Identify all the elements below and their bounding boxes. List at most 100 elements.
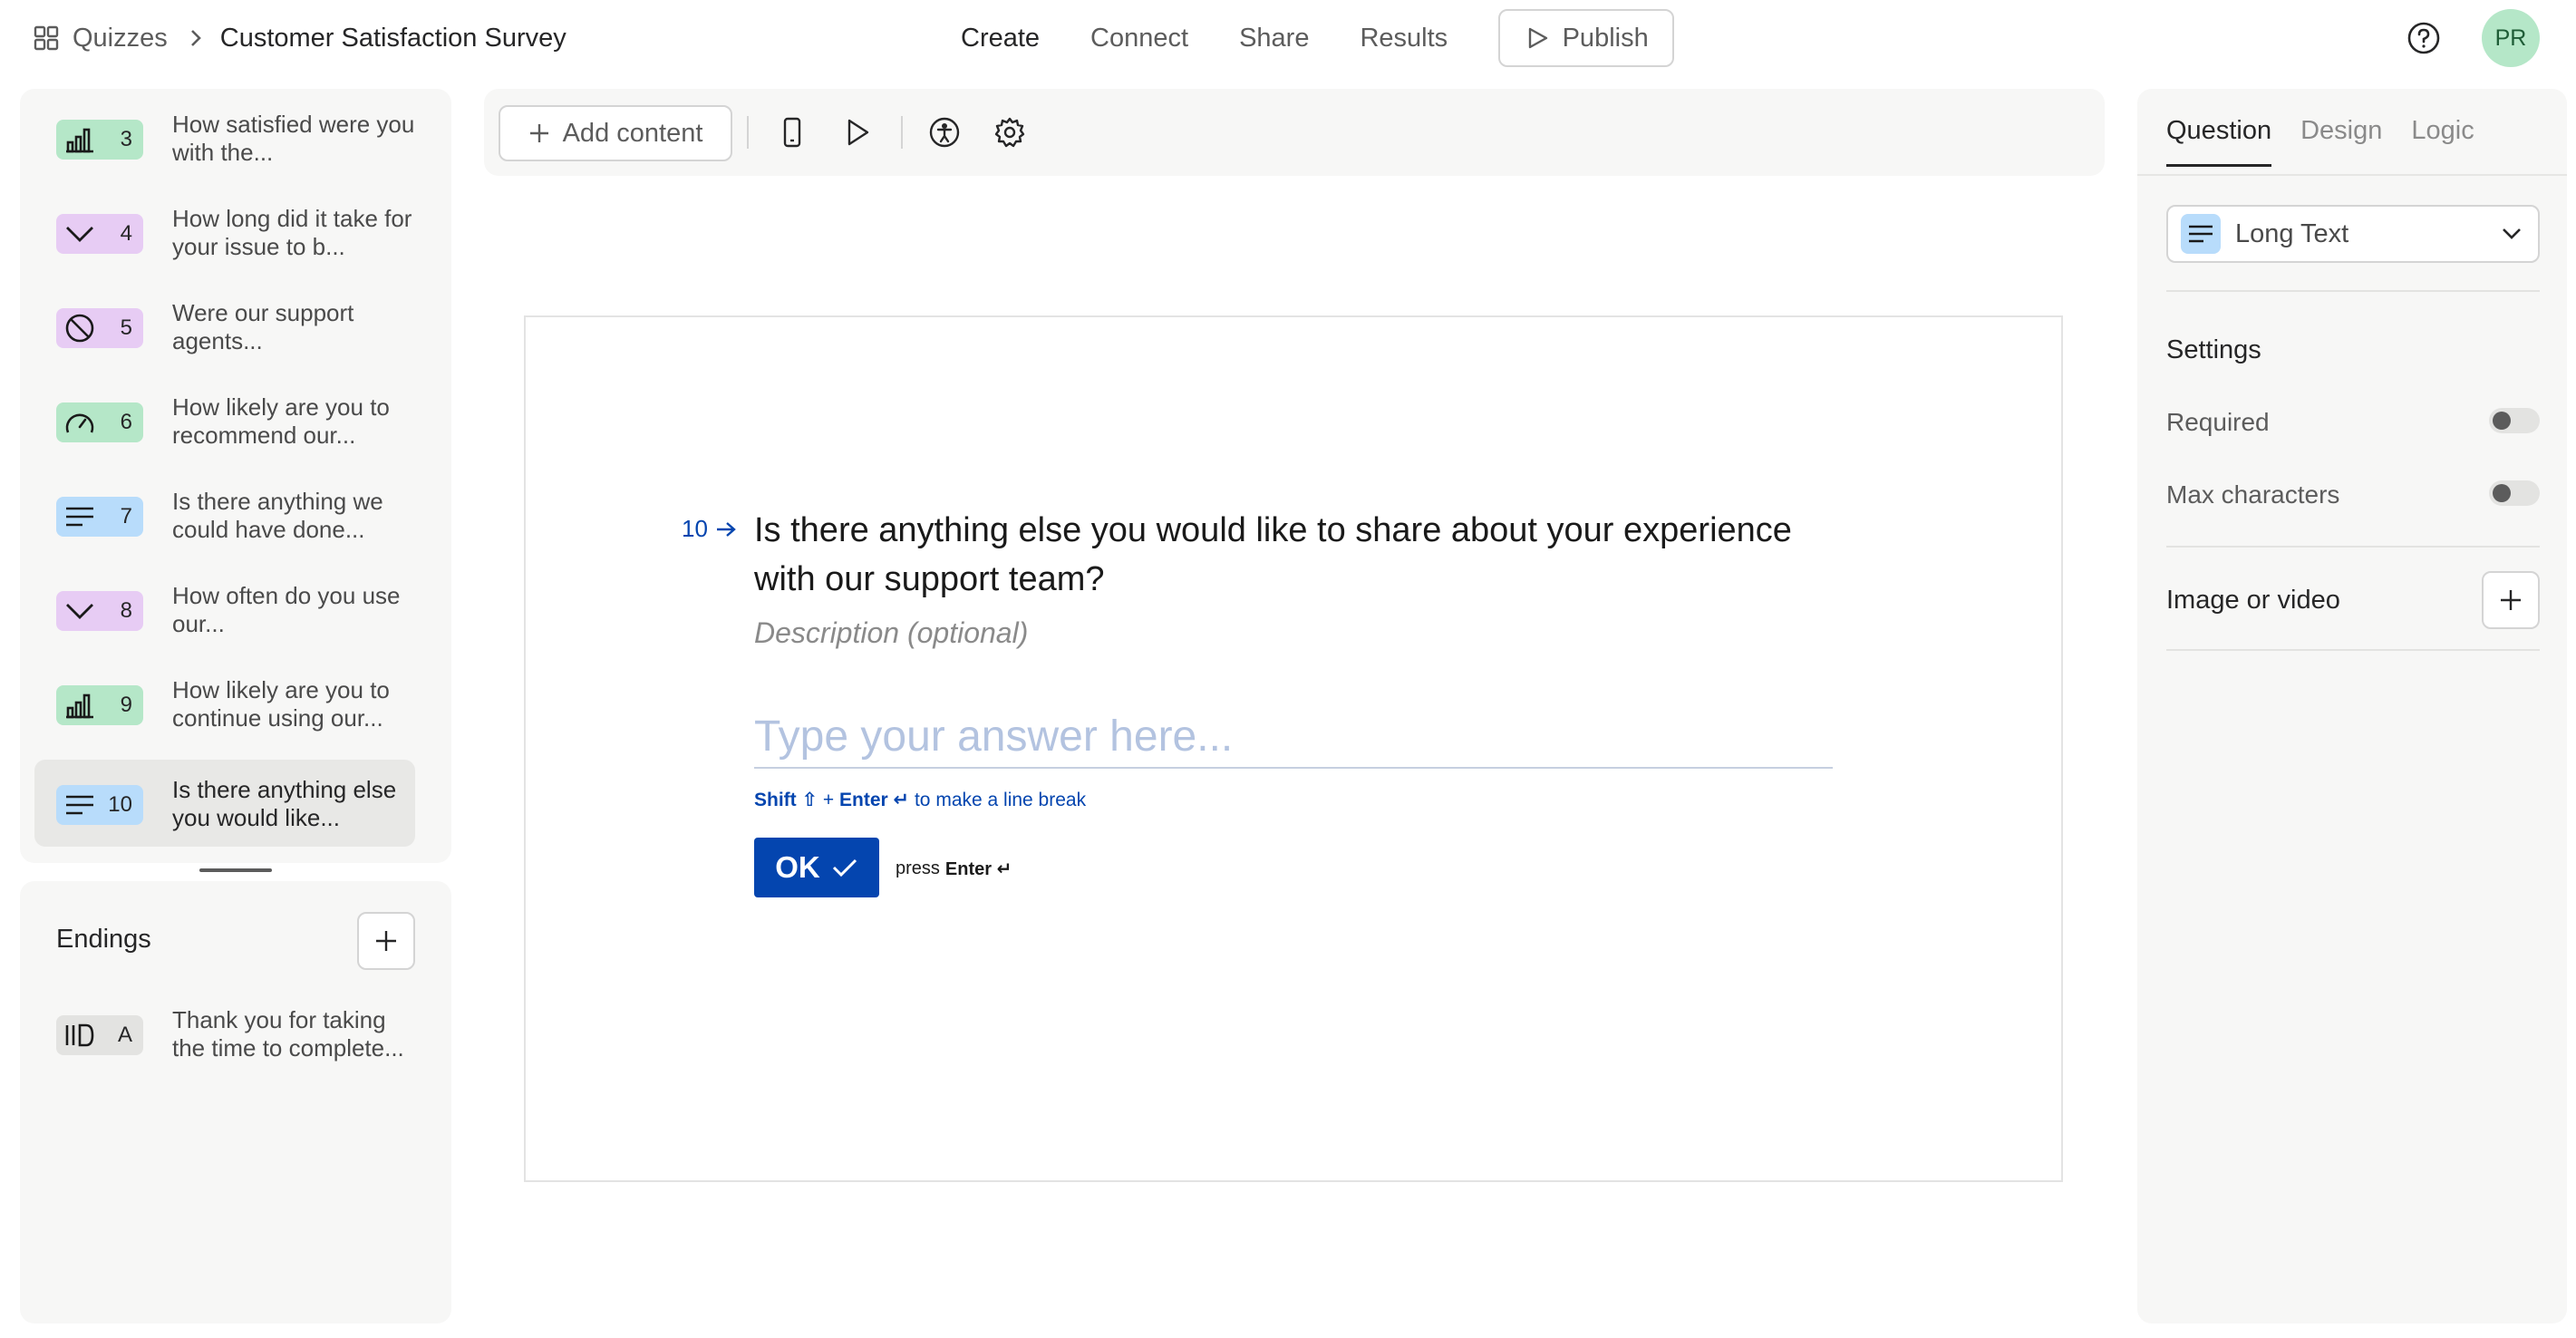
endings-title: Endings <box>56 925 151 954</box>
media-divider <box>2166 546 2540 548</box>
question-item-9[interactable]: 9 How likely are you to continue using o… <box>34 660 415 747</box>
question-number: 3 <box>120 127 132 151</box>
question-number: 5 <box>120 315 132 340</box>
line-break-hint: Shift ⇧ + Enter ↵ to make a line break <box>754 789 1086 811</box>
max-characters-label: Max characters <box>2166 480 2340 509</box>
workspace-link[interactable]: Quizzes <box>33 24 168 53</box>
question-description[interactable]: Description (optional) <box>754 616 1028 650</box>
ending-letter: A <box>117 1023 132 1047</box>
toolbar-divider <box>747 116 749 149</box>
chevron-down-icon <box>2502 228 2522 240</box>
question-text: Were our support agents... <box>172 299 354 354</box>
help-icon[interactable] <box>2406 20 2442 56</box>
toggle-knob <box>2493 484 2511 502</box>
nav-results[interactable]: Results <box>1360 24 1448 53</box>
press-enter-hint: press Enter ↵ <box>896 858 1012 880</box>
chevron-down-icon <box>63 218 96 250</box>
play-icon <box>1525 25 1550 51</box>
breadcrumb: Quizzes Customer Satisfaction Survey <box>33 18 567 58</box>
checkmark-icon <box>831 857 858 878</box>
toggle-knob <box>2493 412 2511 430</box>
bar-chart-icon <box>63 123 96 156</box>
properties-panel: Question Design Logic Long Text Settings… <box>2137 89 2567 1323</box>
question-badge: 3 <box>56 120 143 160</box>
plus-icon <box>2499 588 2523 612</box>
nav-create[interactable]: Create <box>961 24 1040 53</box>
image-or-video-label: Image or video <box>2166 586 2340 615</box>
question-number: 6 <box>120 410 132 434</box>
panel-resize-handle[interactable] <box>199 868 272 872</box>
question-item-3[interactable]: 3 How satisfied were you with the... <box>34 94 415 181</box>
publish-label: Publish <box>1562 23 1649 53</box>
add-content-label: Add content <box>562 118 703 148</box>
chevron-down-icon <box>63 595 96 627</box>
form-title[interactable]: Customer Satisfaction Survey <box>220 24 567 53</box>
panel-bottom-divider <box>2166 649 2540 651</box>
question-item-7[interactable]: 7 Is there anything we could have done..… <box>34 471 415 558</box>
long-text-icon <box>63 789 96 821</box>
add-ending-button[interactable] <box>357 912 415 970</box>
main-nav: Create Connect Share Results Publish <box>961 9 1675 67</box>
plus-icon <box>374 929 398 953</box>
question-text: How long did it take for your issue to b… <box>172 205 412 260</box>
question-badge: 6 <box>56 402 143 442</box>
tabs-divider <box>2137 174 2567 176</box>
ok-label: OK <box>775 850 820 884</box>
user-avatar[interactable]: PR <box>2482 9 2540 67</box>
ban-icon <box>63 312 96 344</box>
question-type-label: Long Text <box>2235 218 2349 248</box>
tab-logic[interactable]: Logic <box>2411 116 2474 167</box>
ending-badge: A <box>56 1015 143 1055</box>
hint-plus: + <box>818 790 840 810</box>
accessibility-icon[interactable] <box>928 116 961 149</box>
question-number: 4 <box>120 221 132 246</box>
toolbar-divider <box>901 116 903 149</box>
preview-play-icon[interactable] <box>841 116 874 149</box>
question-badge: 7 <box>56 497 143 537</box>
question-number: 9 <box>120 693 132 717</box>
answer-input[interactable] <box>754 705 1833 769</box>
current-question-number: 10 <box>682 515 708 542</box>
long-text-icon <box>63 500 96 533</box>
endings-panel: Endings A Thank you for taking the time … <box>20 881 451 1323</box>
add-content-button[interactable]: Add content <box>499 105 732 161</box>
publish-button[interactable]: Publish <box>1498 9 1675 67</box>
press-key: Enter ↵ <box>944 859 1012 879</box>
required-label: Required <box>2166 408 2270 436</box>
question-text: How likely are you to recommend our... <box>172 393 390 449</box>
question-title[interactable]: Is there anything else you would like to… <box>754 506 1842 604</box>
question-item-6[interactable]: 6 How likely are you to recommend our... <box>34 377 415 464</box>
editor-toolbar: Add content <box>484 89 2105 176</box>
max-characters-toggle[interactable] <box>2489 480 2540 506</box>
nav-connect[interactable]: Connect <box>1090 24 1188 53</box>
properties-tabs: Question Design Logic <box>2166 116 2474 167</box>
question-text: How likely are you to continue using our… <box>172 676 390 732</box>
grid-icon <box>33 24 60 52</box>
ending-text: Thank you for taking the time to complet… <box>172 1006 404 1062</box>
workspace-name: Quizzes <box>73 23 168 53</box>
question-badge: 4 <box>56 214 143 254</box>
question-text: How often do you use our... <box>172 582 401 637</box>
question-item-10[interactable]: 10 Is there anything else you would like… <box>34 760 415 847</box>
ending-item-a[interactable]: A Thank you for taking the time to compl… <box>34 990 415 1077</box>
question-type-select[interactable]: Long Text <box>2166 205 2540 263</box>
ok-button[interactable]: OK <box>754 838 879 897</box>
press-label: press <box>896 858 940 878</box>
mobile-preview-icon[interactable] <box>776 116 809 149</box>
question-badge: 10 <box>56 785 143 825</box>
question-badge: 5 <box>56 308 143 348</box>
tab-design[interactable]: Design <box>2300 116 2382 167</box>
chevron-right-icon <box>189 27 202 49</box>
question-text: How satisfied were you with the... <box>172 111 415 166</box>
settings-gear-icon[interactable] <box>993 116 1026 149</box>
question-list-panel: 3 How satisfied were you with the... 4 H… <box>20 89 451 863</box>
question-item-5[interactable]: 5 Were our support agents... <box>34 283 415 370</box>
tab-question[interactable]: Question <box>2166 116 2272 167</box>
question-item-8[interactable]: 8 How often do you use our... <box>34 566 415 653</box>
add-media-button[interactable] <box>2482 571 2540 629</box>
hint-text: to make a line break <box>909 790 1087 810</box>
required-toggle[interactable] <box>2489 408 2540 433</box>
nav-share[interactable]: Share <box>1239 24 1309 53</box>
question-badge: 9 <box>56 685 143 725</box>
question-item-4[interactable]: 4 How long did it take for your issue to… <box>34 189 415 276</box>
